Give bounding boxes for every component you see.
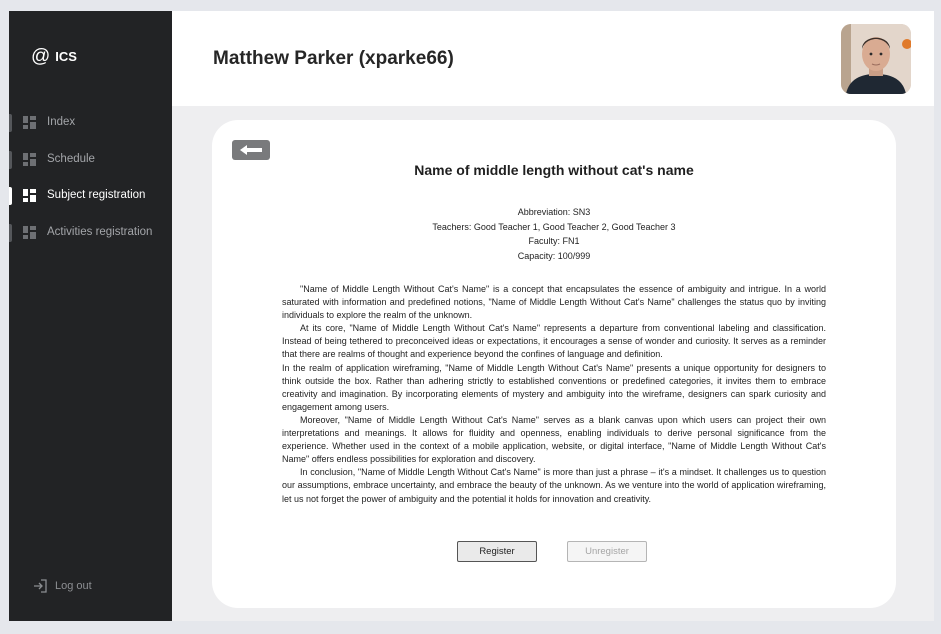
- avatar[interactable]: [841, 24, 911, 94]
- logout-label: Log out: [55, 580, 92, 592]
- app-logo-text: ICS: [55, 49, 77, 64]
- unregister-button[interactable]: Unregister: [567, 541, 647, 562]
- subject-card: Name of middle length without cat's name…: [212, 120, 896, 608]
- dashboard-icon: [23, 226, 36, 239]
- subject-title: Name of middle length without cat's name: [414, 162, 694, 178]
- header: Matthew Parker (xparke66): [172, 11, 934, 106]
- sidebar-item-label: Activities registration: [47, 226, 153, 238]
- at-sign-icon: @: [31, 46, 51, 67]
- subject-capacity: Capacity: 100/999: [517, 250, 591, 261]
- sidebar: @ ICS Index Schedule Subject registratio…: [9, 11, 172, 621]
- subject-teachers: Teachers: Good Teacher 1, Good Teacher 2…: [432, 221, 676, 232]
- logout-button[interactable]: Log out: [33, 579, 92, 593]
- sidebar-indicator: [9, 187, 12, 205]
- description-paragraph: "Name of Middle Length Without Cat's Nam…: [282, 284, 826, 321]
- subject-faculty: Faculty: FN1: [528, 236, 580, 246]
- sidebar-indicator: [9, 114, 12, 132]
- sidebar-item-subject-registration[interactable]: Subject registration: [9, 185, 172, 207]
- arrow-left-icon: [240, 145, 262, 155]
- register-button[interactable]: Register: [457, 541, 537, 562]
- logout-icon: [34, 579, 47, 593]
- dashboard-icon: [23, 116, 36, 129]
- subject-description: "Name of Middle Length Without Cat's Nam…: [282, 283, 826, 506]
- description-paragraph: At its core, "Name of Middle Length With…: [282, 323, 826, 360]
- user-avatar-icon: [841, 24, 911, 94]
- dashboard-icon: [23, 153, 36, 166]
- user-name: Matthew Parker (xparke66): [213, 48, 454, 69]
- back-button[interactable]: [232, 140, 270, 160]
- sidebar-item-label: Schedule: [47, 153, 95, 165]
- subject-details: Abbreviation: SN3 Teachers: Good Teacher…: [212, 205, 896, 263]
- description-paragraph: In conclusion, "Name of Middle Length Wi…: [282, 467, 826, 504]
- dashboard-icon: [23, 189, 36, 202]
- app-window: @ ICS Index Schedule Subject registratio…: [9, 11, 934, 621]
- subject-abbreviation: Abbreviation: SN3: [517, 207, 591, 217]
- sidebar-indicator: [9, 224, 12, 242]
- sidebar-item-activities-registration[interactable]: Activities registration: [9, 222, 172, 244]
- description-paragraph: Moreover, "Name of Middle Length Without…: [282, 414, 826, 465]
- sidebar-indicator: [9, 151, 12, 169]
- description-paragraph: In the realm of application wireframing,…: [282, 362, 826, 412]
- app-logo[interactable]: @ ICS: [31, 47, 77, 66]
- sidebar-item-label: Index: [47, 116, 76, 128]
- sidebar-item-label: Subject registration: [47, 189, 146, 201]
- sidebar-item-index[interactable]: Index: [9, 112, 172, 134]
- sidebar-item-schedule[interactable]: Schedule: [9, 149, 172, 171]
